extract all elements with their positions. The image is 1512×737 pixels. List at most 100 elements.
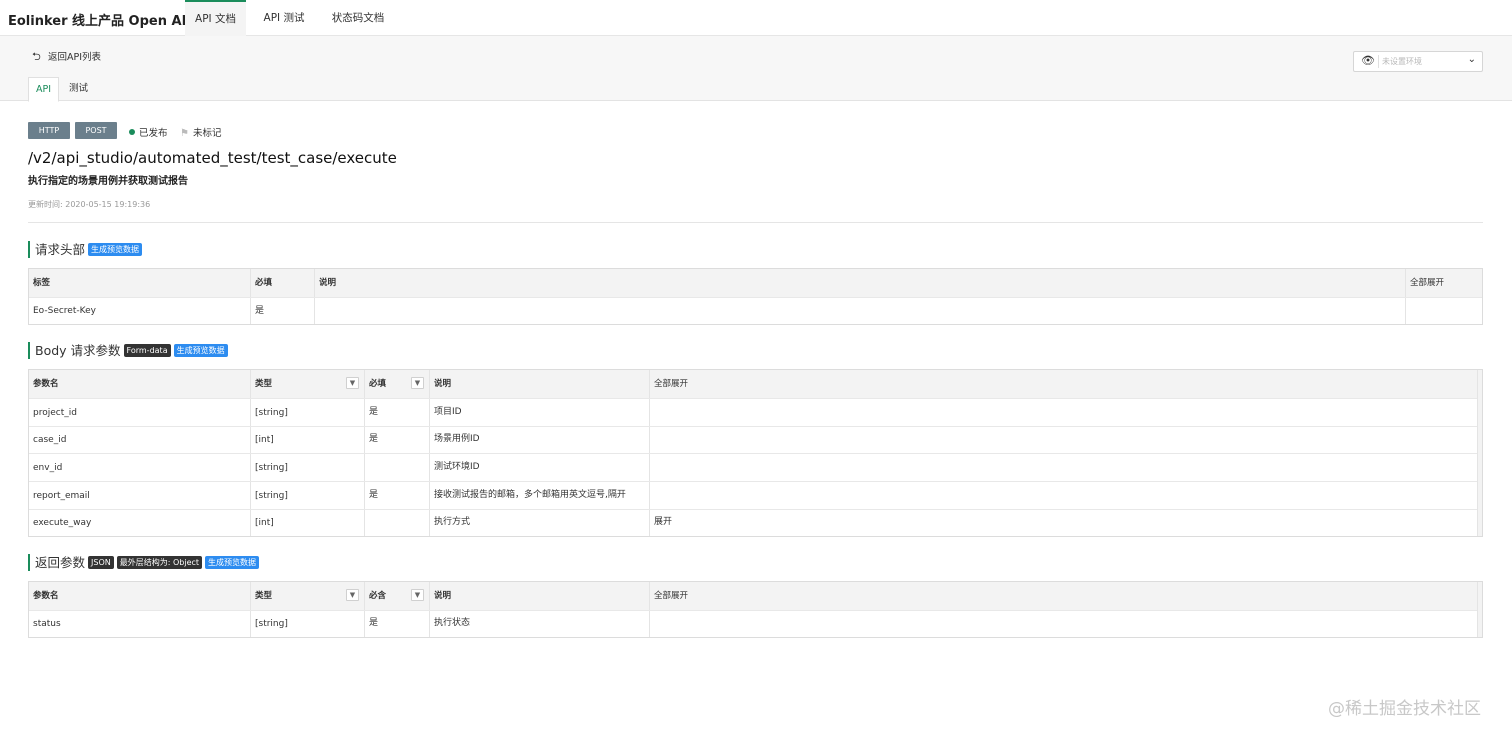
response-structure-tag: 最外层结构为: Object <box>116 556 203 569</box>
table-header-row: 标签 必填 说明 全部展开 <box>29 269 1482 297</box>
param-desc: 项目ID <box>429 399 649 426</box>
param-required: 是 <box>364 482 429 509</box>
body-expand-all-link[interactable]: 全部展开 <box>649 370 1478 398</box>
table-row: env_id [string] 测试环境ID <box>29 453 1482 481</box>
environment-placeholder: 未设置环境 <box>1382 57 1422 66</box>
param-expand-link[interactable] <box>649 427 1478 453</box>
table-row: report_email [string] 是 接收测试报告的邮箱，多个邮箱用英… <box>29 481 1482 509</box>
flag-icon: ⚑ <box>180 128 189 139</box>
response-expand-all-link[interactable]: 全部展开 <box>649 582 1478 610</box>
publish-status-label: 已发布 <box>139 128 168 139</box>
param-name: case_id <box>33 435 67 445</box>
table-row: case_id [int] 是 场景用例ID <box>29 426 1482 453</box>
column-header: 必填 <box>250 269 314 297</box>
api-path: /v2/api_studio/automated_test/test_case/… <box>28 149 397 167</box>
response-params-table: 参数名 类型 ▼ 必含 ▼ 说明 全部展开 status [string] 是 … <box>28 581 1483 638</box>
mark-status-label: 未标记 <box>192 128 222 139</box>
response-format-tag: JSON <box>88 556 114 569</box>
table-row: status [string] 是 执行状态 <box>29 610 1482 637</box>
status-dot-icon <box>129 129 135 135</box>
request-headers-table: 标签 必填 说明 全部展开 Eo-Secret-Key 是 <box>28 268 1483 325</box>
param-type: [string] <box>250 454 364 481</box>
api-description: 执行指定的场景用例并获取测试报告 <box>28 176 188 187</box>
response-preview-button[interactable]: 生成预览数据 <box>205 556 260 569</box>
param-type: [string] <box>250 482 364 509</box>
column-header: 标签 <box>33 278 51 288</box>
table-row: execute_way [int] 执行方式 展开 <box>29 509 1482 536</box>
body-params-title: Body 请求参数 Form-data 生成预览数据 <box>28 342 228 359</box>
sub-header: ⮌ 返回API列表 👁 未设置环境 ⌄ API 测试 <box>0 36 1512 102</box>
header-name: Eo-Secret-Key <box>33 306 96 316</box>
chevron-down-icon: ⌄ <box>1467 54 1476 65</box>
param-name: status <box>33 619 61 629</box>
table-scrollbar[interactable] <box>1477 370 1482 536</box>
column-header: 说明 <box>314 269 1405 297</box>
param-desc: 接收测试报告的邮箱，多个邮箱用英文逗号,隔开 <box>429 482 649 509</box>
required-filter-dropdown[interactable]: ▼ <box>411 589 424 601</box>
table-row: project_id [string] 是 项目ID <box>29 398 1482 426</box>
back-to-api-list-button[interactable]: ⮌ 返回API列表 <box>32 48 101 67</box>
mark-status[interactable]: ⚑ 未标记 <box>180 125 221 139</box>
table-header-row: 参数名 类型 ▼ 必含 ▼ 说明 全部展开 <box>29 582 1482 610</box>
param-name: project_id <box>33 408 77 418</box>
body-preview-button[interactable]: 生成预览数据 <box>173 344 228 357</box>
type-filter-dropdown[interactable]: ▼ <box>346 589 359 601</box>
column-header: 参数名 <box>33 379 59 389</box>
body-params-title-text: Body 请求参数 <box>35 343 121 358</box>
protocol-badge: HTTP <box>28 122 70 139</box>
headers-expand-all-link[interactable]: 全部展开 <box>1405 269 1484 297</box>
param-type: [int] <box>250 427 364 453</box>
header-desc <box>314 298 1405 324</box>
tab-api-docs[interactable]: API 文档 <box>185 0 246 36</box>
environment-select[interactable]: 👁 未设置环境 ⌄ <box>1353 51 1483 72</box>
param-expand-link[interactable]: 展开 <box>649 510 1478 536</box>
param-expand-link[interactable] <box>649 454 1478 481</box>
table-row: Eo-Secret-Key 是 <box>29 297 1482 324</box>
header-extra <box>1405 298 1484 324</box>
param-required: 是 <box>364 427 429 453</box>
publish-status: 已发布 <box>129 125 168 139</box>
param-desc: 执行状态 <box>429 611 649 637</box>
body-format-tag: Form-data <box>123 344 171 357</box>
column-header: 说明 <box>429 582 649 610</box>
param-required: 是 <box>364 611 429 637</box>
required-filter-dropdown[interactable]: ▼ <box>411 377 424 389</box>
param-type: [string] <box>250 399 364 426</box>
column-header: 说明 <box>429 370 649 398</box>
param-required: 是 <box>364 399 429 426</box>
table-header-row: 参数名 类型 ▼ 必填 ▼ 说明 全部展开 <box>29 370 1482 398</box>
back-label: 返回API列表 <box>48 52 102 63</box>
param-type: [string] <box>250 611 364 637</box>
back-arrow-icon: ⮌ <box>32 50 41 63</box>
select-divider <box>1378 55 1379 68</box>
body-params-table: 参数名 类型 ▼ 必填 ▼ 说明 全部展开 project_id [string… <box>28 369 1483 537</box>
column-header: 参数名 <box>33 591 59 601</box>
tab-api-test[interactable]: API 测试 <box>254 0 314 36</box>
tab-test[interactable]: 测试 <box>62 77 95 101</box>
method-badge: POST <box>75 122 117 139</box>
request-headers-title: 请求头部 生成预览数据 <box>28 241 143 258</box>
param-required <box>364 454 429 481</box>
request-headers-title-text: 请求头部 <box>35 242 86 257</box>
table-scrollbar[interactable] <box>1477 582 1482 637</box>
param-expand-link[interactable] <box>649 482 1478 509</box>
param-expand-link[interactable] <box>649 399 1478 426</box>
type-filter-dropdown[interactable]: ▼ <box>346 377 359 389</box>
tab-api[interactable]: API <box>28 77 60 102</box>
param-desc: 执行方式 <box>429 510 649 536</box>
param-type: [int] <box>250 510 364 536</box>
tab-status-code-docs[interactable]: 状态码文档 <box>322 0 394 36</box>
param-name: execute_way <box>33 518 92 528</box>
app-title: Eolinker 线上产品 Open API... <box>8 14 186 29</box>
param-desc: 测试环境ID <box>429 454 649 481</box>
watermark: @稀土掘金技术社区 <box>1328 699 1481 719</box>
headers-preview-button[interactable]: 生成预览数据 <box>88 243 143 256</box>
top-bar: Eolinker 线上产品 Open API... API 文档 API 测试 … <box>0 0 1512 36</box>
eye-icon: 👁 <box>1361 54 1375 67</box>
header-required: 是 <box>250 298 314 324</box>
updated-time: 更新时间: 2020-05-15 19:19:36 <box>28 200 151 209</box>
param-name: env_id <box>33 463 63 473</box>
param-required <box>364 510 429 536</box>
param-extra <box>649 611 1478 637</box>
param-desc: 场景用例ID <box>429 427 649 453</box>
